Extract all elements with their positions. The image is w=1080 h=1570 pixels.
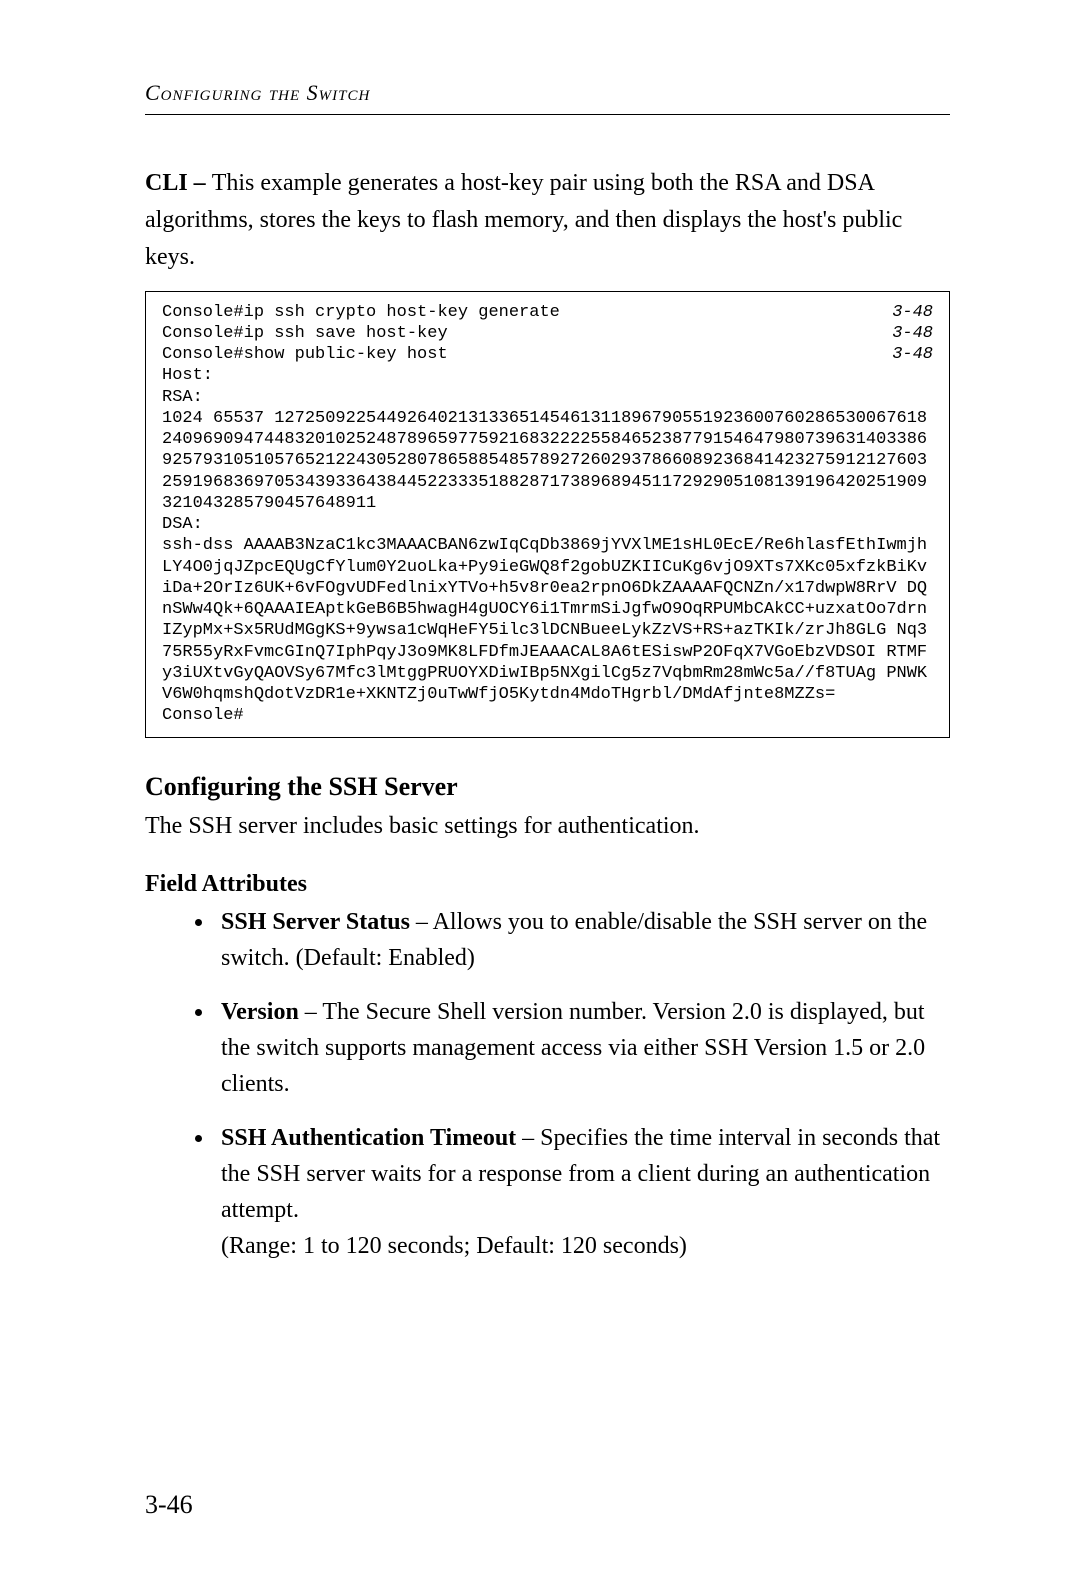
field-attribute-item: SSH Server Status – Allows you to enable…: [215, 904, 950, 976]
field-attributes-heading: Field Attributes: [145, 871, 950, 898]
header-rule: [145, 114, 950, 115]
terminal-output-line: Console#: [162, 705, 933, 726]
terminal-output-line: 1024 65537 12725092254492640213133651454…: [162, 408, 933, 514]
terminal-output-line: RSA:: [162, 387, 933, 408]
field-attribute-desc: – The Secure Shell version number. Versi…: [221, 999, 925, 1097]
running-header: Configuring the Switch: [145, 80, 950, 106]
section-heading: Configuring the SSH Server: [145, 772, 950, 802]
terminal-output-line: DSA:: [162, 514, 933, 535]
intro-text: This example generates a host-key pair u…: [145, 170, 902, 270]
field-attribute-extra: (Range: 1 to 120 seconds; Default: 120 s…: [221, 1228, 950, 1264]
field-attribute-item: Version – The Secure Shell version numbe…: [215, 994, 950, 1102]
field-attribute-name: SSH Server Status: [221, 909, 410, 935]
terminal-page-ref: 3-48: [892, 344, 933, 365]
terminal-command: Console#ip ssh save host-key: [162, 323, 448, 344]
intro-paragraph: CLI – This example generates a host-key …: [145, 165, 950, 277]
terminal-command-line: Console#ip ssh crypto host-key generate …: [162, 302, 933, 323]
page-number: 3-46: [145, 1490, 193, 1520]
document-page: Configuring the Switch CLI – This exampl…: [0, 0, 1080, 1570]
terminal-command-line: Console#ip ssh save host-key 3-48: [162, 323, 933, 344]
terminal-page-ref: 3-48: [892, 302, 933, 323]
cli-label: CLI –: [145, 170, 212, 196]
terminal-command: Console#show public-key host: [162, 344, 448, 365]
terminal-command: Console#ip ssh crypto host-key generate: [162, 302, 560, 323]
terminal-command-line: Console#show public-key host 3-48: [162, 344, 933, 365]
field-attribute-name: SSH Authentication Timeout: [221, 1125, 516, 1151]
field-attributes-list: SSH Server Status – Allows you to enable…: [145, 904, 950, 1264]
section-intro: The SSH server includes basic settings f…: [145, 808, 950, 845]
terminal-output-line: Host:: [162, 365, 933, 386]
terminal-page-ref: 3-48: [892, 323, 933, 344]
running-header-text: Configuring the Switch: [145, 80, 370, 105]
field-attribute-name: Version: [221, 999, 299, 1025]
terminal-output-box: Console#ip ssh crypto host-key generate …: [145, 291, 950, 738]
field-attribute-item: SSH Authentication Timeout – Specifies t…: [215, 1120, 950, 1264]
terminal-output-line: ssh-dss AAAAB3NzaC1kc3MAAACBAN6zwIqCqDb3…: [162, 535, 933, 705]
